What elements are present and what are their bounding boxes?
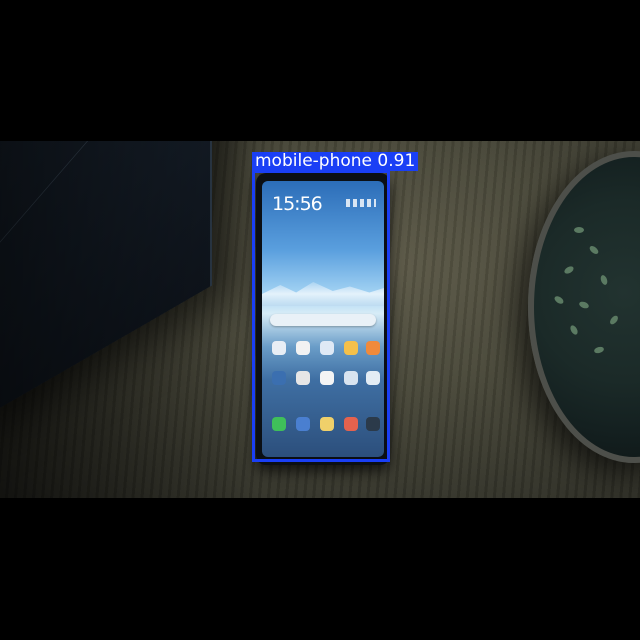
plant-leaf xyxy=(553,294,565,306)
image-canvas: 15:56 mobile-phone 0.91 xyxy=(0,0,640,640)
plant-leaf xyxy=(593,345,605,355)
plant-leaf xyxy=(574,227,584,233)
plant-leaf xyxy=(588,244,600,256)
plant-leaf xyxy=(599,274,609,286)
plant-pot xyxy=(528,151,640,463)
shadow xyxy=(0,141,260,498)
plant-leaf xyxy=(608,314,620,326)
detection-class-label: mobile-phone xyxy=(255,151,372,171)
plant-leaf xyxy=(563,264,575,276)
detection-bounding-box xyxy=(252,170,390,462)
detection-label: mobile-phone 0.91 xyxy=(252,151,419,171)
detection-confidence: 0.91 xyxy=(377,151,416,171)
plant-leaf xyxy=(578,300,590,310)
plant-leaf xyxy=(568,324,580,336)
